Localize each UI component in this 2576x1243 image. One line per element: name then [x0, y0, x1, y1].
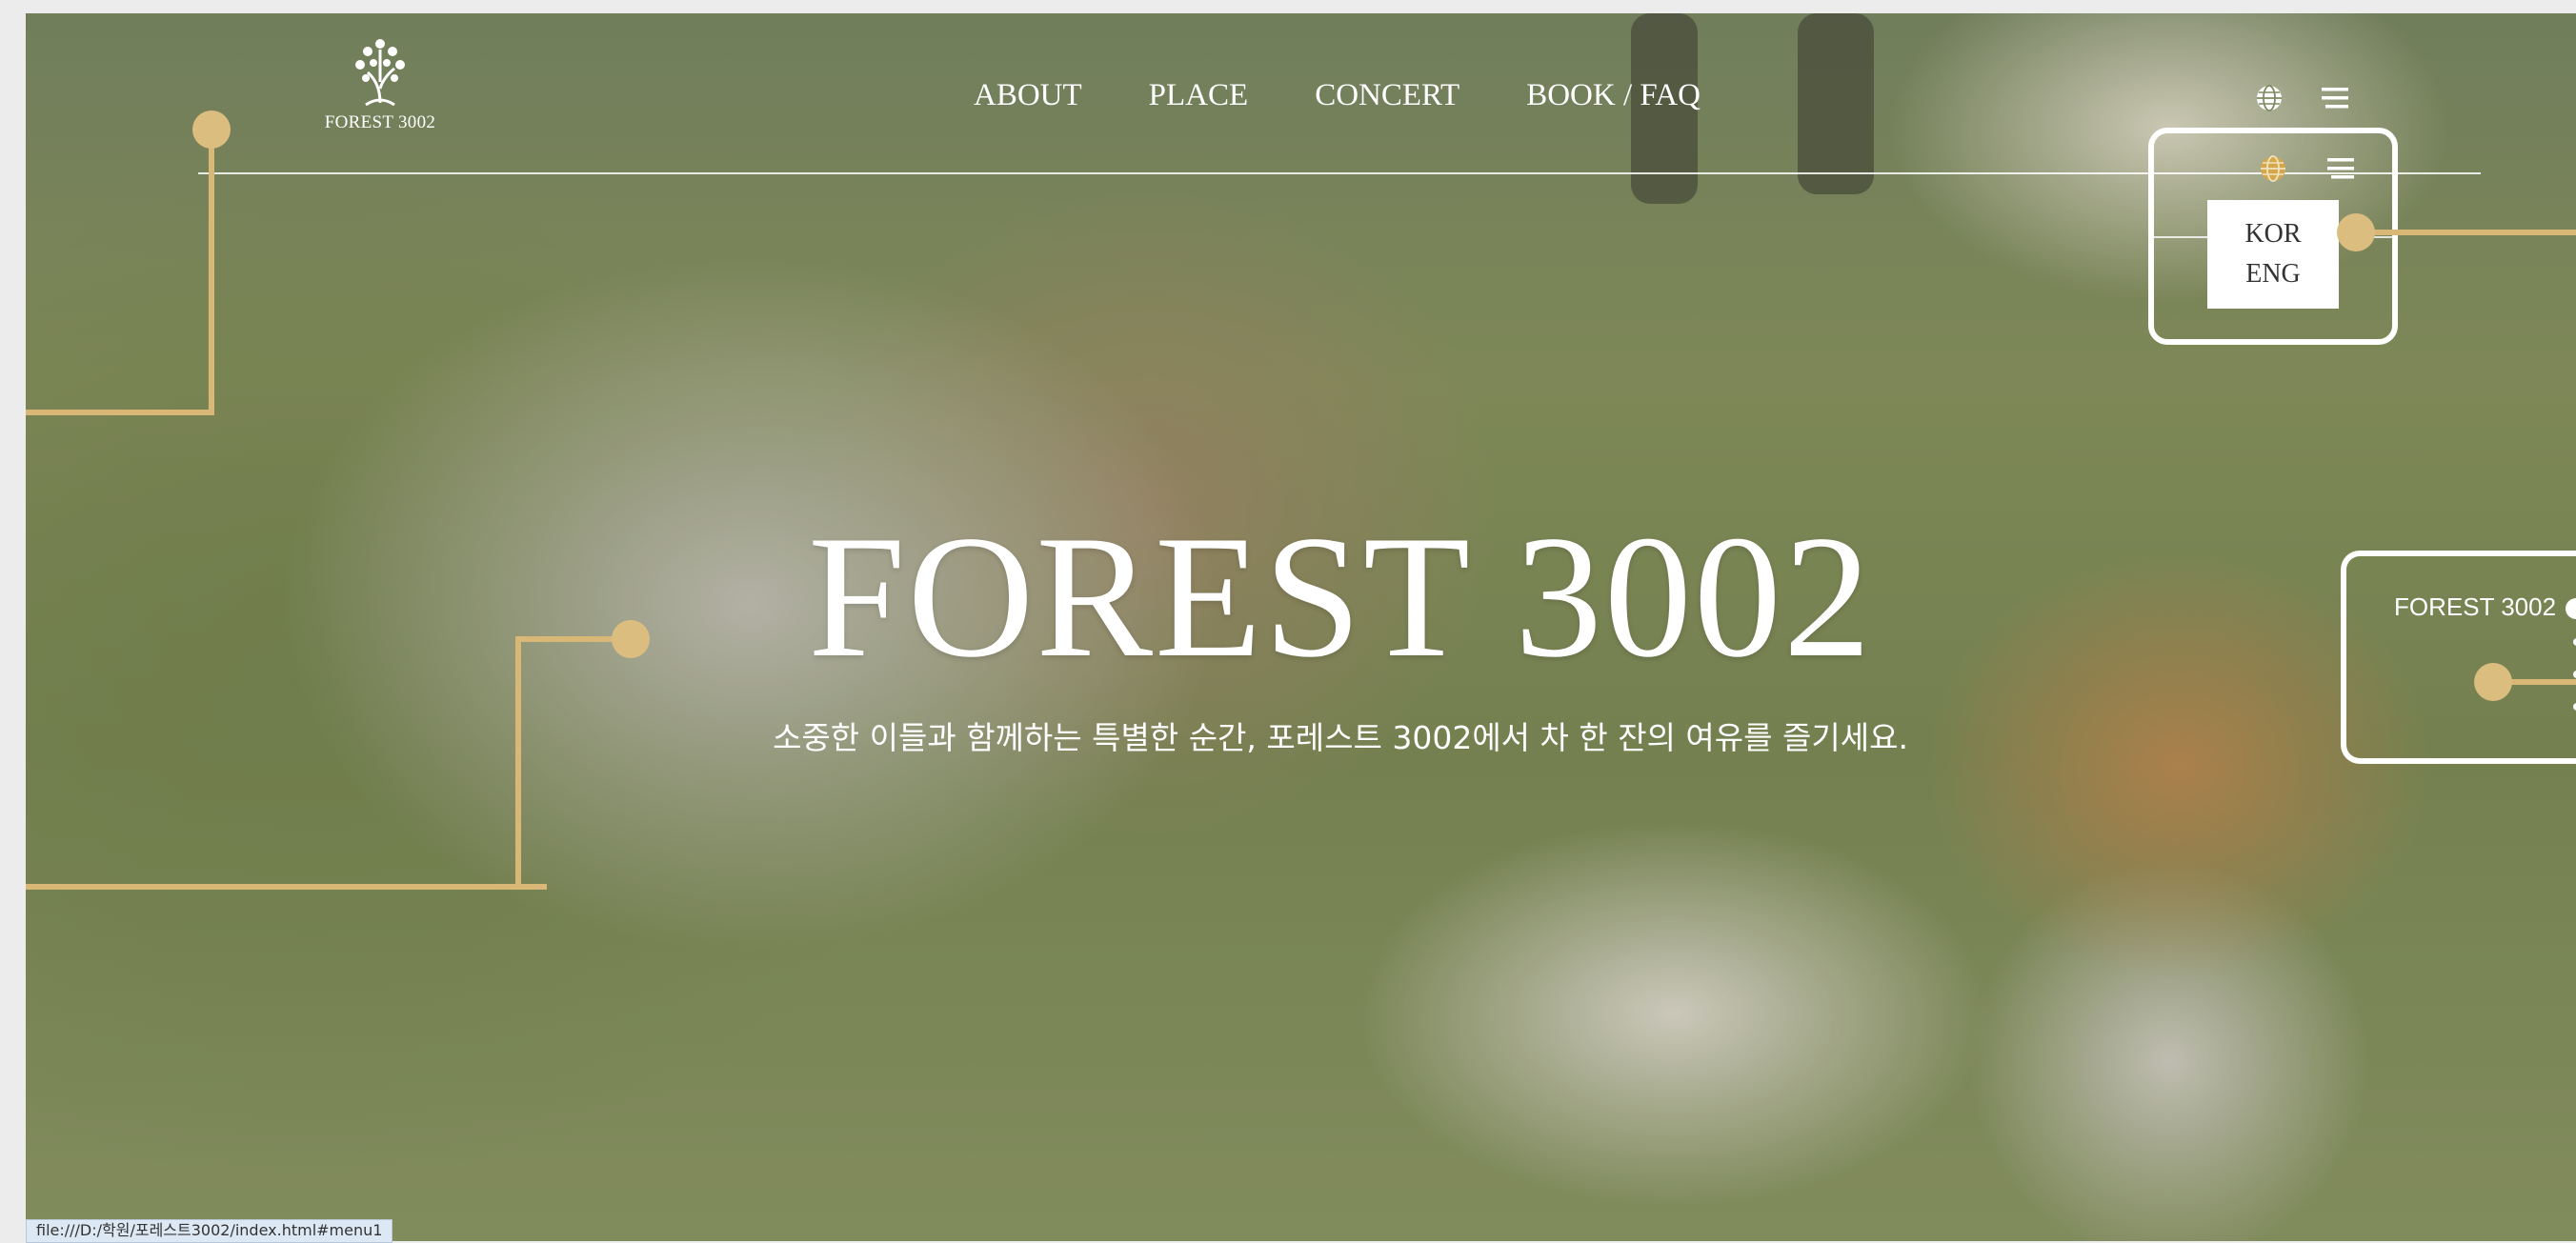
annotation-line	[515, 636, 521, 890]
logo-text: FOREST 3002	[324, 112, 436, 132]
annotation-dot	[2474, 663, 2512, 701]
annotation-line	[26, 410, 214, 415]
site-logo[interactable]: FOREST 3002	[294, 36, 466, 133]
language-dropdown: KOR ENG	[2207, 200, 2339, 309]
annotation-line	[209, 130, 214, 415]
main-nav: ABOUT PLACE CONCERT BOOK / FAQ	[974, 78, 1767, 113]
annotation-dot	[192, 110, 231, 149]
callout-icons	[2259, 154, 2354, 183]
side-nav-callout: FOREST 3002	[2341, 551, 2576, 764]
header-utility-icons	[2255, 84, 2348, 112]
side-nav-dot-active[interactable]	[2566, 598, 2576, 619]
hero-subtitle: 소중한 이들과 함께하는 특별한 순간, 포레스트 3002에서 차 한 잔의 …	[773, 719, 1908, 756]
nav-concert[interactable]: CONCERT	[1315, 78, 1459, 113]
nav-place[interactable]: PLACE	[1149, 78, 1249, 113]
nav-about[interactable]: ABOUT	[974, 78, 1082, 113]
header-divider	[198, 172, 2481, 174]
language-option-eng[interactable]: ENG	[2245, 259, 2301, 290]
annotation-line	[26, 884, 547, 890]
globe-icon[interactable]	[2255, 84, 2284, 112]
hamburger-menu-icon[interactable]	[2322, 88, 2348, 109]
globe-icon-active[interactable]	[2259, 154, 2287, 183]
hero-title: FOREST 3002	[808, 499, 1873, 693]
browser-status-url: file:///D:/학원/포레스트3002/index.html#menu1	[26, 1219, 393, 1243]
annotation-dot	[2337, 213, 2375, 251]
hamburger-menu-icon[interactable]	[2327, 158, 2354, 179]
side-nav-label[interactable]: FOREST 3002	[2394, 592, 2556, 622]
language-option-kor[interactable]: KOR	[2244, 219, 2301, 250]
annotation-dot	[612, 620, 650, 658]
nav-book-faq[interactable]: BOOK / FAQ	[1526, 78, 1701, 113]
hero-section: FOREST 3002 ABOUT PLACE CONCERT BOOK / F…	[26, 13, 2576, 1241]
logo-tree-icon	[355, 39, 405, 107]
annotation-line	[2356, 230, 2576, 235]
